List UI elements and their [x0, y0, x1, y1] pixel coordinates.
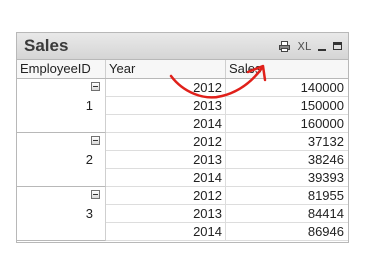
- employee-group-1: 1 2012 140000 2013 150000 2014 160000: [17, 79, 348, 133]
- year-cell: 2013: [106, 151, 226, 169]
- year-cell: 2012: [106, 79, 226, 97]
- table-row: 2014 160000: [106, 115, 348, 133]
- sales-cell: 37132: [307, 134, 344, 149]
- table-row: 2014 39393: [106, 169, 348, 187]
- year-cell: 2012: [106, 133, 226, 151]
- print-icon[interactable]: [279, 40, 291, 52]
- employee-cell: 3: [17, 187, 106, 241]
- caption-icons: XL: [279, 38, 342, 54]
- object-title: Sales: [24, 36, 69, 55]
- column-header-employeeid[interactable]: EmployeeID: [17, 60, 106, 78]
- sales-cell: 84414: [307, 206, 344, 221]
- caption-bar[interactable]: Sales XL: [17, 33, 348, 60]
- collapse-toggle-icon[interactable]: [91, 136, 100, 145]
- sales-cell: 39393: [307, 170, 344, 185]
- table-row: 2012 37132: [106, 133, 348, 151]
- column-header-sales[interactable]: Sales: [226, 60, 348, 78]
- export-excel-icon[interactable]: XL: [297, 40, 311, 53]
- table-row: 2014 86946: [106, 223, 348, 241]
- collapse-toggle-icon[interactable]: [91, 82, 100, 91]
- sales-cell: 81955: [307, 188, 344, 203]
- collapse-toggle-icon[interactable]: [91, 190, 100, 199]
- sales-cell: 150000: [300, 98, 344, 113]
- employee-id-value: 3: [85, 206, 93, 221]
- column-header-year[interactable]: Year: [106, 60, 226, 78]
- employee-id-value: 1: [85, 98, 93, 113]
- sales-cell: 86946: [307, 224, 344, 239]
- year-cell: 2014: [106, 223, 226, 241]
- sales-cell: 160000: [300, 116, 344, 131]
- employee-group-3: 3 2012 81955 2013 84414 2014 86946: [17, 187, 348, 241]
- table-row: 2013 38246: [106, 151, 348, 169]
- table-header-row: EmployeeID Year Sales: [17, 60, 348, 79]
- table-body: 1 2012 140000 2013 150000 2014 160000 2 …: [17, 79, 348, 241]
- year-cell: 2012: [106, 187, 226, 205]
- table-row: 2013 150000: [106, 97, 348, 115]
- sales-cell: 140000: [300, 80, 344, 95]
- employee-id-value: 2: [85, 152, 93, 167]
- sales-cell: 38246: [307, 152, 344, 167]
- table-row: 2013 84414: [106, 205, 348, 223]
- year-cell: 2014: [106, 115, 226, 133]
- maximize-icon[interactable]: [333, 42, 342, 50]
- table-row: 2012 140000: [106, 79, 348, 97]
- year-cell: 2013: [106, 205, 226, 223]
- employee-cell: 2: [17, 133, 106, 187]
- year-cell: 2014: [106, 169, 226, 187]
- table-row: 2012 81955: [106, 187, 348, 205]
- year-cell: 2013: [106, 97, 226, 115]
- minimize-icon[interactable]: [318, 41, 326, 51]
- employee-cell: 1: [17, 79, 106, 133]
- sales-pivot-table-object: Sales XL EmployeeID Year Sales 1 2012 14…: [16, 32, 349, 243]
- employee-group-2: 2 2012 37132 2013 38246 2014 39393: [17, 133, 348, 187]
